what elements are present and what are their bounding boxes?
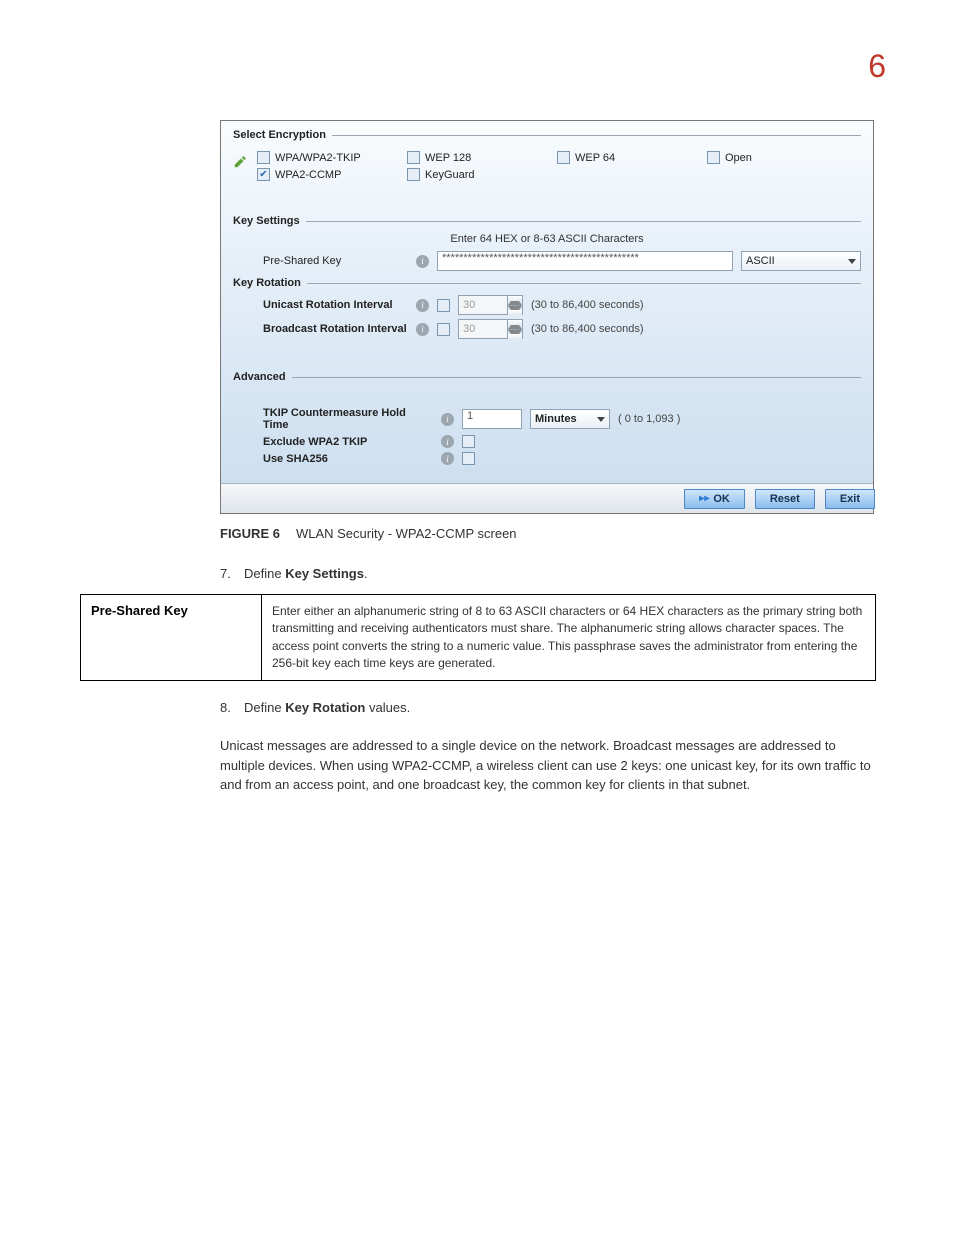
psk-input[interactable]: ****************************************… (437, 251, 733, 271)
tkip-label: TKIP Countermeasure Hold Time (233, 407, 433, 431)
use-sha256-checkbox[interactable] (462, 452, 475, 465)
step-8: 8.Define Key Rotation values. (220, 699, 876, 718)
info-icon[interactable] (441, 435, 454, 448)
info-icon[interactable] (441, 413, 454, 426)
select-encryption-group: Select Encryption WPA/WPA2-TKIP WPA2-CCM… (233, 129, 861, 183)
page-content: Select Encryption WPA/WPA2-TKIP WPA2-CCM… (80, 120, 876, 795)
exclude-wpa2-tkip-checkbox[interactable] (462, 435, 475, 448)
spinner-down-icon[interactable] (508, 329, 522, 338)
unicast-hint: (30 to 86,400 seconds) (531, 299, 644, 311)
forward-icon: ▸▸ (699, 493, 709, 504)
info-icon[interactable] (441, 452, 454, 465)
enc-wpa2-ccmp[interactable]: WPA2-CCMP (257, 168, 397, 181)
psk-label: Pre-Shared Key (233, 255, 408, 267)
key-settings-hint: Enter 64 HEX or 8-63 ASCII Characters (233, 233, 861, 245)
psk-format-select[interactable]: ASCII (741, 251, 861, 271)
broadcast-label: Broadcast Rotation Interval (233, 323, 408, 335)
chevron-down-icon (848, 259, 856, 264)
tkip-hint: ( 0 to 1,093 ) (618, 413, 680, 425)
figure-caption: FIGURE 6WLAN Security - WPA2-CCMP screen (220, 526, 876, 541)
spinner-up-icon[interactable] (508, 296, 522, 305)
select-encryption-legend: Select Encryption (233, 129, 861, 141)
spinner-up-icon[interactable] (508, 320, 522, 329)
broadcast-enable-checkbox[interactable] (437, 323, 450, 336)
exit-button[interactable]: Exit (825, 489, 875, 509)
ok-button[interactable]: ▸▸OK (684, 489, 745, 509)
enc-open[interactable]: Open (707, 151, 847, 164)
key-rotation-group: Key Rotation Unicast Rotation Interval 3… (233, 277, 861, 339)
edit-icon[interactable] (233, 155, 247, 169)
enc-wep128[interactable]: WEP 128 (407, 151, 547, 164)
broadcast-hint: (30 to 86,400 seconds) (531, 323, 644, 335)
info-icon[interactable] (416, 255, 429, 268)
enc-keyguard[interactable]: KeyGuard (407, 168, 547, 181)
table-header: Pre-Shared Key (81, 595, 261, 681)
advanced-legend: Advanced (233, 371, 861, 383)
broadcast-interval-spinner[interactable]: 30 (458, 319, 523, 339)
unicast-label: Unicast Rotation Interval (233, 299, 408, 311)
enc-wpa-wpa2-tkip[interactable]: WPA/WPA2-TKIP (257, 151, 397, 164)
info-icon[interactable] (416, 299, 429, 312)
reset-button[interactable]: Reset (755, 489, 815, 509)
psk-description-table: Pre-Shared Key Enter either an alphanume… (80, 594, 876, 682)
button-bar: ▸▸OK Reset Exit (221, 483, 873, 513)
unicast-enable-checkbox[interactable] (437, 299, 450, 312)
tkip-value-input[interactable]: 1 (462, 409, 522, 429)
config-panel: Select Encryption WPA/WPA2-TKIP WPA2-CCM… (221, 121, 873, 483)
key-settings-legend: Key Settings (233, 215, 861, 227)
table-cell: Enter either an alphanumeric string of 8… (261, 595, 875, 681)
spinner-down-icon[interactable] (508, 305, 522, 314)
key-settings-group: Key Settings Enter 64 HEX or 8-63 ASCII … (233, 215, 861, 271)
use-sha256-label: Use SHA256 (233, 453, 433, 465)
tkip-unit-select[interactable]: Minutes (530, 409, 610, 429)
explanatory-paragraph: Unicast messages are addressed to a sing… (220, 736, 876, 795)
exclude-wpa2-tkip-label: Exclude WPA2 TKIP (233, 436, 433, 448)
unicast-interval-spinner[interactable]: 30 (458, 295, 523, 315)
enc-wep64[interactable]: WEP 64 (557, 151, 697, 164)
wlan-security-screenshot: Select Encryption WPA/WPA2-TKIP WPA2-CCM… (220, 120, 874, 514)
step-7: 7.Define Key Settings. (220, 565, 876, 584)
chevron-down-icon (597, 417, 605, 422)
key-rotation-legend: Key Rotation (233, 277, 861, 289)
info-icon[interactable] (416, 323, 429, 336)
advanced-group: Advanced TKIP Countermeasure Hold Time 1… (233, 371, 861, 465)
page-number: 6 (868, 48, 886, 85)
